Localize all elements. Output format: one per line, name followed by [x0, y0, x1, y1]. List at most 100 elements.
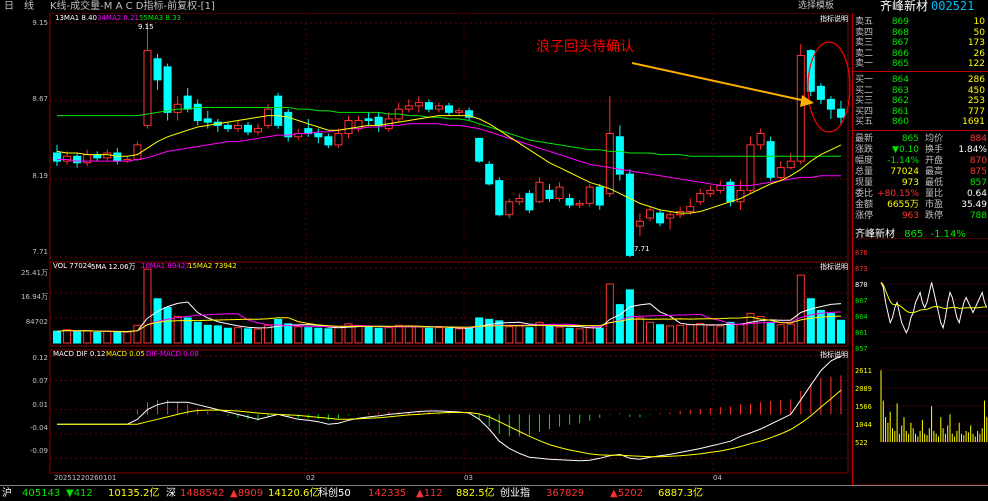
candle [635, 220, 644, 227]
footer-index-item[interactable]: 科创50 [318, 487, 351, 500]
stat-value: 870 [969, 156, 987, 166]
volume-bar [394, 324, 403, 344]
ask-row: 卖二 866 26 [853, 49, 988, 59]
volume-tick: 16.94万 [20, 293, 48, 301]
indicator-help-2[interactable]: 指标说明 [820, 262, 848, 272]
stat-value: +80.15% [877, 189, 919, 199]
candle [625, 173, 634, 256]
bid-row: 买二 863 450 [853, 86, 988, 96]
mini-average-line [880, 281, 987, 314]
stat-value: 77024 [890, 167, 919, 177]
candle [485, 163, 494, 185]
candle [163, 66, 172, 113]
stat-value: 788 [969, 211, 987, 221]
volume-bar [585, 327, 594, 344]
ask-volume: 10 [973, 17, 985, 27]
candle [585, 186, 594, 204]
price-tick: 8.19 [32, 172, 48, 180]
volume-bar [243, 328, 253, 344]
volume-bar [645, 321, 655, 344]
period-tab[interactable]: 日 线 [4, 0, 34, 13]
volume-bar [424, 327, 433, 344]
volume-bar [505, 326, 514, 344]
footer-index-item[interactable]: 创业指 [500, 487, 530, 500]
mini-frame [853, 238, 988, 485]
stat-label: 量比 [925, 189, 944, 199]
volume-bar [696, 323, 705, 344]
candle [444, 105, 454, 113]
market-index-bar: 沪 405143 ▼412 10135.2亿深 1488542 ▲8909 14120.6亿… [0, 485, 988, 501]
volume-bar [475, 317, 484, 344]
footer-index-item: 142335 [368, 488, 407, 499]
volume-bar [826, 312, 835, 344]
ask-row: 卖三 867 173 [853, 38, 988, 48]
ask-volume: 122 [967, 59, 985, 69]
volume-tick: 25.41万 [20, 269, 48, 277]
candle [233, 124, 242, 130]
mini-price-tick: 857 [855, 345, 868, 353]
ma13-line [56, 115, 842, 214]
bid-row: 买五 860 1691 [853, 117, 988, 127]
x-tick: 20251220260101 [54, 474, 117, 482]
candle [535, 181, 544, 203]
footer-index-item: 14120.6亿 [268, 488, 320, 499]
quote-stats: 最新 865 均价 884 涨跌 ▼0.10 换手 1.84% 幅度 -1.14% 开盘 870 总量 7… [853, 134, 988, 224]
stat-row: 金额 6655万 市盈 35.49 [853, 200, 988, 210]
macd-dea-legend: MACD 0.05 [106, 350, 145, 358]
candle [414, 102, 423, 107]
candle [223, 124, 232, 130]
footer-index-item[interactable]: 沪 [2, 487, 12, 500]
indicator-help-1[interactable]: 指标说明 [820, 14, 848, 24]
stock-code: 002521 [931, 0, 975, 13]
volume-bar [686, 324, 695, 344]
indicator-help-3[interactable]: 指标说明 [820, 350, 848, 360]
stat-row: 委比 +80.15% 量比 0.64 [853, 189, 988, 199]
volume-tick: 84702 [25, 318, 48, 326]
volume-bar [676, 324, 685, 344]
candle [173, 103, 182, 113]
stat-label: 委比 [855, 189, 874, 199]
template-button[interactable]: 选择模板 [798, 0, 834, 13]
candle [203, 118, 212, 123]
ask-volume: 26 [973, 48, 985, 59]
volume-bar [203, 324, 212, 344]
candle [756, 133, 765, 146]
ask-label: 卖三 [855, 38, 874, 48]
volume-bar [525, 327, 534, 344]
footer-index-item[interactable]: 深 [166, 487, 176, 500]
ask-label: 卖五 [855, 17, 874, 27]
volume-bar [565, 327, 574, 344]
ma55-legend: 55MA3 8.33 [139, 14, 181, 22]
candle [364, 118, 373, 121]
mini-price-tick: 861 [855, 329, 868, 337]
volume-bar [726, 321, 735, 344]
stat-label: 换手 [925, 145, 944, 155]
candle [455, 110, 464, 113]
candle [716, 185, 725, 191]
volume-bar [314, 327, 323, 344]
candle [505, 201, 514, 216]
stat-value: -1.14% [887, 156, 919, 166]
volume-bar [354, 324, 363, 344]
vol-ma5-legend: 5MA 12.06万 [91, 263, 136, 271]
footer-index-item: 367829 [546, 488, 585, 499]
candle [314, 133, 323, 138]
candle [525, 193, 534, 211]
candle [706, 189, 715, 195]
x-tick: 02 [306, 474, 315, 482]
bid-volume: 1691 [962, 117, 985, 127]
volume-bar [605, 283, 614, 344]
quote-panel: 卖五 869 10 卖四 868 50 卖三 867 173 卖二 866 26 卖一 865 122 买一… [852, 13, 988, 485]
stat-label: 最新 [855, 134, 874, 144]
candle [565, 198, 574, 206]
bid-volume: 286 [967, 75, 985, 85]
volume-bar [163, 307, 172, 344]
stat-label: 涨停 [855, 211, 874, 221]
ma34-line [57, 123, 841, 186]
candle [836, 108, 845, 118]
volume-bar [213, 325, 222, 344]
stat-row: 总量 77024 最高 875 [853, 167, 988, 177]
chart-annotation: 浪子回头待确认 [536, 39, 634, 55]
stat-label: 开盘 [925, 156, 944, 166]
vol-ma15-legend: 15MA2 73942 [188, 262, 237, 270]
